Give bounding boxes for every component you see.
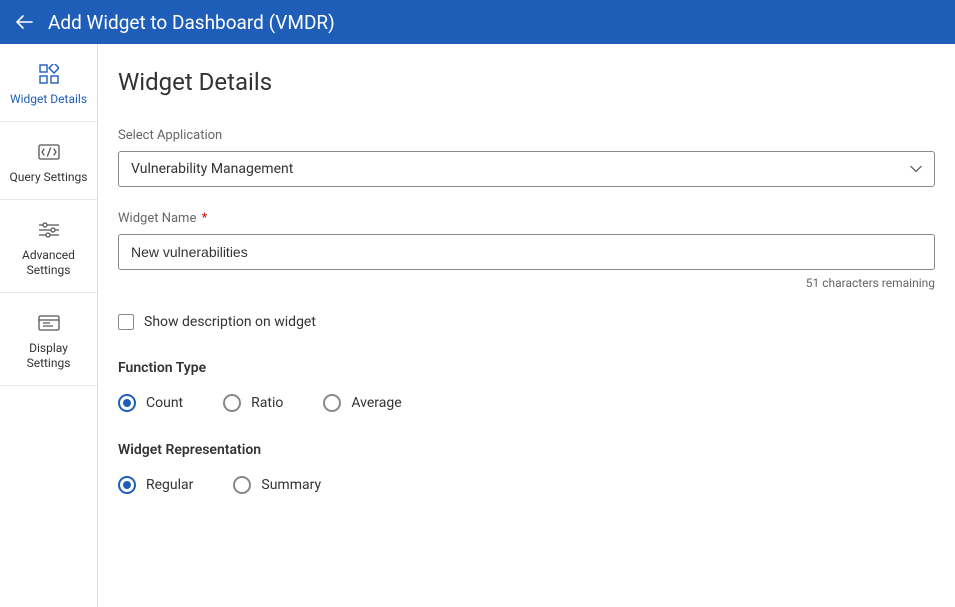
main-content: Widget Details Select Application Vulner… — [98, 44, 955, 607]
dialog-title: Add Widget to Dashboard (VMDR) — [48, 11, 335, 34]
sidebar-item-label: Query Settings — [10, 170, 88, 185]
show-description-label[interactable]: Show description on widget — [144, 314, 316, 330]
widget-name-label: Widget Name * — [118, 211, 935, 226]
radio-label: Ratio — [251, 395, 283, 411]
show-description-row: Show description on widget — [118, 314, 935, 330]
display-settings-icon — [37, 311, 61, 335]
radio-icon — [323, 394, 341, 412]
widget-representation-summary[interactable]: Summary — [233, 476, 321, 494]
char-remaining-text: 51 characters remaining — [118, 276, 935, 290]
sidebar-item-advanced-settings[interactable]: Advanced Settings — [0, 200, 97, 293]
back-button[interactable] — [12, 10, 36, 34]
radio-label: Regular — [146, 477, 193, 493]
function-type-count[interactable]: Count — [118, 394, 183, 412]
widget-name-input[interactable] — [118, 234, 935, 270]
widget-representation-label: Widget Representation — [118, 442, 935, 458]
required-asterisk: * — [202, 211, 208, 226]
radio-label: Count — [146, 395, 183, 411]
show-description-checkbox[interactable] — [118, 314, 134, 330]
application-select[interactable]: Vulnerability Management — [118, 151, 935, 187]
wizard-sidebar: Widget Details Query Settings — [0, 44, 98, 607]
function-type-label: Function Type — [118, 360, 935, 376]
application-select-value: Vulnerability Management — [131, 161, 293, 177]
radio-icon — [118, 476, 136, 494]
sidebar-item-query-settings[interactable]: Query Settings — [0, 122, 97, 200]
radio-label: Summary — [261, 477, 321, 493]
widget-representation-regular[interactable]: Regular — [118, 476, 193, 494]
radio-icon — [118, 394, 136, 412]
page-title: Widget Details — [118, 68, 935, 96]
sidebar-item-widget-details[interactable]: Widget Details — [0, 44, 97, 122]
application-label: Select Application — [118, 128, 935, 143]
widget-details-icon — [37, 62, 61, 86]
radio-icon — [233, 476, 251, 494]
sidebar-item-label: Advanced Settings — [6, 248, 91, 278]
sidebar-item-label: Widget Details — [10, 92, 87, 107]
function-type-group: Count Ratio Average — [118, 394, 935, 412]
sidebar-item-display-settings[interactable]: Display Settings — [0, 293, 97, 386]
widget-name-group: Widget Name * 51 characters remaining — [118, 211, 935, 290]
back-arrow-icon — [12, 10, 36, 34]
widget-representation-group: Regular Summary — [118, 476, 935, 494]
radio-label: Average — [351, 395, 401, 411]
application-group: Select Application Vulnerability Managem… — [118, 128, 935, 187]
query-settings-icon — [37, 140, 61, 164]
widget-name-label-text: Widget Name — [118, 211, 196, 226]
function-type-average[interactable]: Average — [323, 394, 401, 412]
chevron-down-icon — [910, 165, 922, 173]
radio-icon — [223, 394, 241, 412]
advanced-settings-icon — [37, 218, 61, 242]
function-type-ratio[interactable]: Ratio — [223, 394, 283, 412]
dialog-header: Add Widget to Dashboard (VMDR) — [0, 0, 955, 44]
sidebar-item-label: Display Settings — [6, 341, 91, 371]
